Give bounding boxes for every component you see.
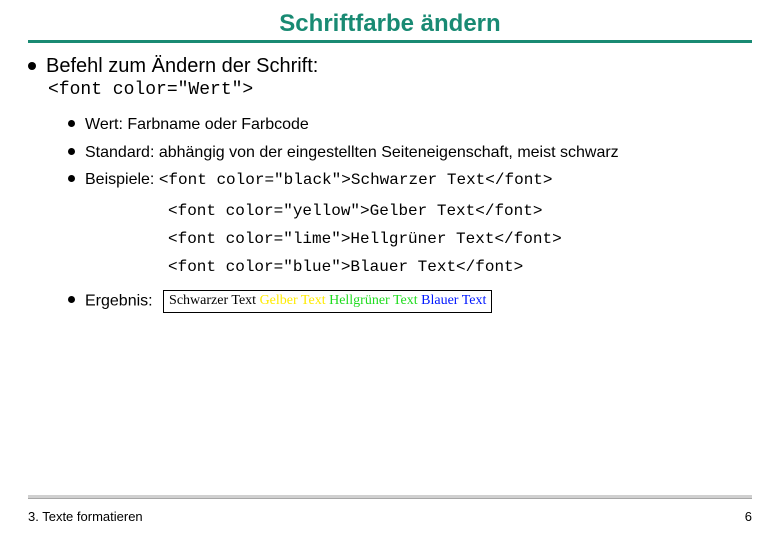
bullet-icon (68, 296, 75, 303)
example-4: <font color="blue">Blauer Text</font> (168, 258, 752, 276)
beispiele-label: Beispiele: (85, 171, 154, 188)
bullet-icon (28, 62, 36, 70)
bullet-wert: Wert: Farbname oder Farbcode (68, 114, 752, 136)
syntax-line: <font color="Wert"> (48, 80, 752, 100)
result-lime: Hellgrüner Text (329, 293, 418, 308)
ergebnis-row: Ergebnis: Schwarzer Text Gelber Text Hel… (85, 290, 492, 313)
result-box: Schwarzer Text Gelber Text Hellgrüner Te… (163, 290, 492, 313)
bullet-icon (68, 148, 75, 155)
example-2: <font color="yellow">Gelber Text</font> (168, 202, 752, 220)
result-black: Schwarzer Text (169, 293, 256, 308)
heading-row: Befehl zum Ändern der Schrift: (28, 55, 752, 78)
bullet-standard: Standard: abhängig von der eingestellten… (68, 142, 752, 164)
result-yellow: Gelber Text (260, 293, 326, 308)
bullet-beispiele: Beispiele: <font color="black">Schwarzer… (68, 169, 752, 192)
bullet-icon (68, 120, 75, 127)
bullet-wert-text: Wert: Farbname oder Farbcode (85, 114, 309, 136)
bullet-ergebnis: Ergebnis: Schwarzer Text Gelber Text Hel… (68, 290, 752, 313)
footer-divider (28, 495, 752, 498)
slide-title: Schriftfarbe ändern (28, 10, 752, 38)
bullet-standard-text: Standard: abhängig von der eingestellten… (85, 142, 619, 164)
bullet-icon (68, 175, 75, 182)
example-1: <font color="black">Schwarzer Text</font… (159, 171, 553, 189)
footer-right: 6 (745, 509, 752, 524)
bullet-beispiele-row: Beispiele: <font color="black">Schwarzer… (85, 169, 553, 192)
footer-left: 3. Texte formatieren (28, 509, 143, 524)
ergebnis-label: Ergebnis: (85, 292, 153, 309)
result-blue: Blauer Text (421, 293, 486, 308)
slide-body: Schriftfarbe ändern Befehl zum Ändern de… (0, 0, 780, 540)
example-3: <font color="lime">Hellgrüner Text</font… (168, 230, 752, 248)
heading-text: Befehl zum Ändern der Schrift: (46, 55, 318, 78)
title-underline (28, 40, 752, 43)
